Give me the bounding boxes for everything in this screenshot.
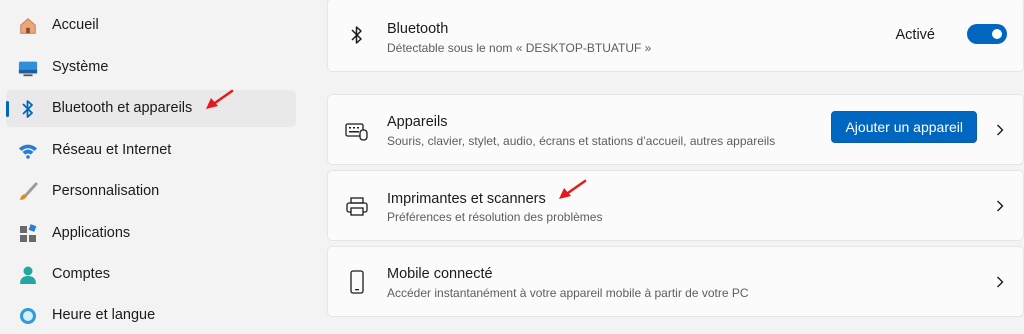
bluetooth-status: Activé <box>895 27 936 43</box>
sidebar-item-accueil[interactable]: Accueil <box>6 7 296 44</box>
home-icon <box>18 16 38 36</box>
keyboard-mouse-icon <box>342 116 372 146</box>
sidebar-item-personnalisation[interactable]: Personnalisation <box>6 173 296 210</box>
system-display-icon <box>18 58 38 78</box>
annotation-arrow-icon <box>559 179 587 199</box>
sidebar-item-label: Bluetooth et appareils <box>52 100 193 116</box>
sidebar: Accueil Système Bluetooth et appareils R… <box>0 0 310 324</box>
printers-title: Imprimantes et scanners <box>387 191 546 207</box>
printer-icon <box>342 192 372 222</box>
paintbrush-icon <box>18 182 38 202</box>
mobile-subtitle: Accéder instantanément à votre appareil … <box>387 286 749 300</box>
sidebar-item-comptes[interactable]: Comptes <box>6 256 296 293</box>
sidebar-item-label: Heure et langue <box>52 307 156 323</box>
sidebar-item-heure-langue[interactable]: Heure et langue <box>6 297 296 334</box>
sidebar-item-label: Réseau et Internet <box>52 142 172 158</box>
sidebar-item-label: Personnalisation <box>52 183 160 199</box>
devices-subtitle: Souris, clavier, stylet, audio, écrans e… <box>387 134 776 148</box>
sidebar-item-applications[interactable]: Applications <box>6 215 296 252</box>
phone-icon <box>342 267 372 297</box>
chevron-right-icon[interactable] <box>993 275 1007 289</box>
printers-card[interactable]: Imprimantes et scanners Préférences et r… <box>327 170 1024 241</box>
bluetooth-title: Bluetooth <box>387 21 449 37</box>
sidebar-item-reseau[interactable]: Réseau et Internet <box>6 132 296 169</box>
chevron-right-icon[interactable] <box>993 123 1007 137</box>
devices-card[interactable]: Appareils Souris, clavier, stylet, audio… <box>327 94 1024 165</box>
sidebar-item-systeme[interactable]: Système <box>6 49 296 86</box>
chevron-right-icon[interactable] <box>993 199 1007 213</box>
toggle-knob <box>992 29 1002 39</box>
sidebar-item-label: Comptes <box>52 266 111 282</box>
account-icon <box>18 265 38 285</box>
sidebar-item-label: Accueil <box>52 17 99 33</box>
sidebar-item-label: Applications <box>52 225 131 241</box>
mobile-title: Mobile connecté <box>387 266 493 282</box>
bluetooth-icon <box>18 99 38 119</box>
apps-icon <box>18 224 38 244</box>
bluetooth-card[interactable]: Bluetooth Détectable sous le nom « DESKT… <box>327 0 1024 72</box>
selected-indicator <box>6 101 9 117</box>
annotation-arrow-icon <box>206 89 234 109</box>
sidebar-item-label: Système <box>52 59 109 75</box>
printers-subtitle: Préférences et résolution des problèmes <box>387 210 603 224</box>
globe-clock-icon <box>18 306 38 326</box>
devices-title: Appareils <box>387 114 448 130</box>
bluetooth-icon <box>342 20 372 50</box>
wifi-icon <box>18 141 38 161</box>
sidebar-item-bluetooth[interactable]: Bluetooth et appareils <box>6 90 296 127</box>
add-device-button[interactable]: Ajouter un appareil <box>831 111 977 143</box>
bluetooth-toggle[interactable] <box>967 24 1007 44</box>
mobile-card[interactable]: Mobile connecté Accéder instantanément à… <box>327 246 1024 317</box>
bluetooth-subtitle: Détectable sous le nom « DESKTOP-BTUATUF… <box>387 41 652 55</box>
